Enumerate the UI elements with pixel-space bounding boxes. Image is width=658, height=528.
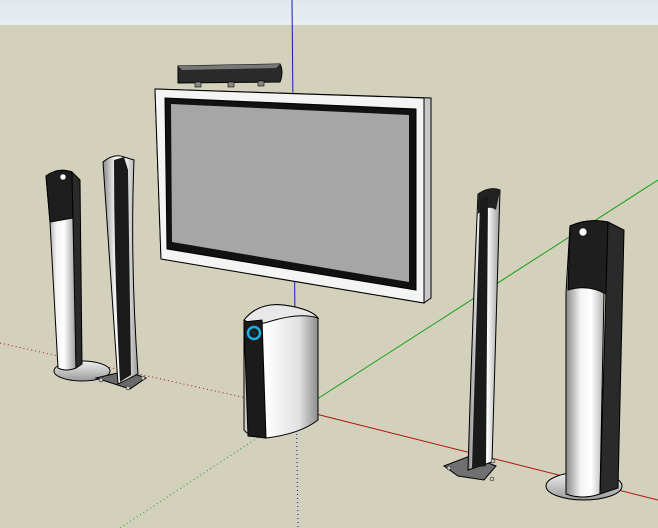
front-left-tower[interactable] <box>94 155 148 391</box>
3d-viewport[interactable] <box>0 0 658 528</box>
rear-right-tower[interactable] <box>545 220 625 501</box>
rear-left-tower[interactable] <box>45 169 111 382</box>
tv-screen[interactable] <box>154 88 432 304</box>
scene-canvas[interactable] <box>0 0 658 528</box>
front-right-tower[interactable] <box>442 188 501 482</box>
center-speaker[interactable] <box>177 63 283 88</box>
subwoofer[interactable] <box>243 304 320 439</box>
